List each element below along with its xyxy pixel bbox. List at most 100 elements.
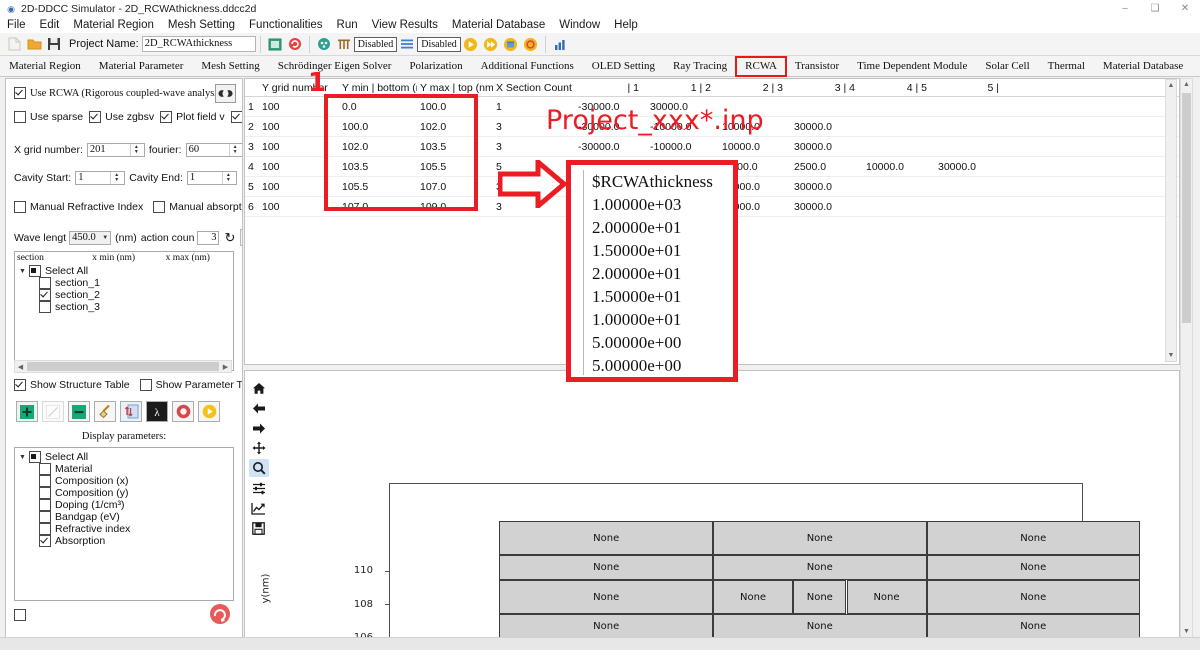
cell-x5[interactable]: [863, 136, 935, 157]
cell-x6[interactable]: [935, 176, 1007, 197]
display-select-all-checkbox[interactable]: [28, 451, 41, 463]
cell-x4[interactable]: 30000.0: [791, 136, 863, 157]
cell-x5[interactable]: [863, 176, 935, 197]
plot-field-v-checkbox[interactable]: [160, 111, 173, 123]
cell-ymin[interactable]: 102.0: [339, 136, 417, 157]
disabled-field-2[interactable]: Disabled: [417, 36, 461, 52]
composition-y-checkbox[interactable]: [39, 487, 51, 499]
cell-ymin[interactable]: 0.0: [339, 96, 417, 117]
edit-axis-curve-icon[interactable]: [249, 499, 269, 517]
use-zgbsv-option[interactable]: Use zgbsv: [89, 111, 154, 123]
cell-x3[interactable]: 10000.0: [719, 136, 791, 157]
cell-x5[interactable]: 10000.0: [863, 156, 935, 177]
menu-run[interactable]: Run: [330, 17, 365, 33]
section-2-checkbox[interactable]: [39, 289, 51, 301]
remove-icon[interactable]: [68, 401, 90, 422]
cell-x4[interactable]: [791, 96, 863, 117]
show-structure-table-option[interactable]: Show Structure Table: [14, 379, 130, 391]
chart-icon[interactable]: [551, 36, 568, 53]
manual-absorption-checkbox[interactable]: [153, 201, 166, 213]
cell-x6[interactable]: [935, 196, 1007, 217]
save-icon[interactable]: [46, 36, 63, 53]
chevron-down-icon[interactable]: ▼: [19, 268, 26, 275]
scroll-right-icon[interactable]: ▶: [220, 363, 231, 371]
cell-ymax[interactable]: 100.0: [417, 96, 493, 117]
layer-cell[interactable]: None: [499, 555, 713, 581]
col-y-min-bottom[interactable]: Y min | bottom (nm): [339, 79, 417, 97]
cell-x6[interactable]: [935, 96, 1007, 117]
manual-refractive-index-checkbox[interactable]: [14, 201, 26, 213]
section-select-all-checkbox[interactable]: [28, 265, 41, 277]
col-x1[interactable]: | 1: [575, 79, 647, 97]
cavity-end-input[interactable]: 1 ▲ ▼: [186, 171, 237, 185]
layer-cell[interactable]: None: [793, 580, 847, 615]
cell-x2[interactable]: -10000.0: [647, 136, 719, 157]
scroll-down-icon[interactable]: ▼: [1166, 352, 1176, 359]
scroll-left-icon[interactable]: ◀: [15, 363, 26, 371]
layer-cell[interactable]: None: [713, 614, 927, 640]
zoom-magnifier-icon[interactable]: [248, 459, 269, 477]
screen-capture-icon[interactable]: [266, 36, 283, 53]
tab-input-editor[interactable]: Input Editor: [1192, 57, 1200, 76]
show-parameter-table-option[interactable]: Show Parameter Table: [139, 379, 242, 391]
save-figure-icon[interactable]: [249, 519, 269, 537]
tab-schrodinger-eigen-solver[interactable]: Schrödinger Eigen Solver: [269, 57, 401, 76]
menu-mesh-setting[interactable]: Mesh Setting: [161, 17, 242, 33]
layer-cell[interactable]: None: [926, 580, 1140, 615]
cell-ymax[interactable]: 107.0: [417, 176, 493, 197]
use-rcwa-checkbox[interactable]: [14, 87, 26, 99]
table-row[interactable]: 3 100 102.0 103.5 3 -30000.0 -10000.0 10…: [245, 136, 1179, 157]
tab-material-database[interactable]: Material Database: [1094, 57, 1192, 76]
tab-solar-cell[interactable]: Solar Cell: [976, 57, 1038, 76]
tab-oled-setting[interactable]: OLED Setting: [583, 57, 664, 76]
toggle-switch-icon[interactable]: [215, 84, 236, 103]
bandgap-checkbox[interactable]: [39, 511, 51, 523]
composition-x-checkbox[interactable]: [39, 475, 51, 487]
use-sparse-checkbox[interactable]: [14, 111, 26, 123]
tab-transistor[interactable]: Transistor: [786, 57, 848, 76]
disabled-field-1[interactable]: Disabled: [353, 36, 398, 52]
cell-ymin[interactable]: 100.0: [339, 116, 417, 137]
fourier-input[interactable]: 60 ▲ ▼: [185, 143, 242, 157]
cell-x4[interactable]: 30000.0: [791, 196, 863, 217]
list-item[interactable]: Doping (1/cm³): [15, 499, 233, 511]
tab-mesh-setting[interactable]: Mesh Setting: [192, 57, 268, 76]
chevron-down-icon[interactable]: ▼: [19, 454, 26, 461]
cell-x1[interactable]: -30000.0: [575, 136, 647, 157]
refresh-circular-icon[interactable]: ↻: [224, 230, 235, 246]
layer-cell[interactable]: None: [499, 614, 713, 640]
tab-material-parameter[interactable]: Material Parameter: [90, 57, 193, 76]
refresh-icon[interactable]: [286, 36, 303, 53]
cell-xcount[interactable]: 3: [493, 136, 575, 157]
cell-x5[interactable]: [863, 96, 935, 117]
section-3-checkbox[interactable]: [39, 301, 51, 313]
plot-field-d-option[interactable]: Plot field d: [230, 111, 242, 123]
list-item[interactable]: Refractive index: [15, 523, 233, 535]
fourier-spinner[interactable]: ▲ ▼: [228, 144, 241, 156]
show-parameter-table-checkbox[interactable]: [139, 379, 152, 391]
cell-x5[interactable]: [863, 116, 935, 137]
open-folder-icon[interactable]: [26, 36, 43, 53]
layer-cell[interactable]: None: [499, 580, 713, 615]
cell-ymin[interactable]: 103.5: [339, 156, 417, 177]
scroll-up-icon[interactable]: ▲: [1181, 81, 1192, 88]
run-icon[interactable]: [462, 36, 479, 53]
sort-updown-icon[interactable]: [120, 401, 142, 422]
col-x2-3[interactable]: 2 | 3: [719, 79, 791, 97]
list-item[interactable]: section_2: [15, 289, 233, 301]
cell-ygrid[interactable]: 100: [259, 156, 339, 177]
tab-polarization[interactable]: Polarization: [400, 57, 471, 76]
tab-rcwa[interactable]: RCWA: [735, 56, 787, 77]
mesh-icon[interactable]: [315, 36, 332, 53]
material-checkbox[interactable]: [39, 463, 51, 475]
col-y-grid-number[interactable]: Y grid number: [259, 79, 339, 97]
cell-ymax[interactable]: 109.0: [417, 196, 493, 217]
list-item[interactable]: Composition (x): [15, 475, 233, 487]
configure-subplots-icon[interactable]: [249, 479, 269, 497]
cell-ygrid[interactable]: 100: [259, 136, 339, 157]
layer-cell[interactable]: None: [713, 521, 927, 555]
cell-ygrid[interactable]: 100: [259, 96, 339, 117]
display-parameters-listbox[interactable]: ▼ Select All Material Composition (x) Co…: [14, 447, 234, 601]
section-select-all-row[interactable]: ▼ Select All: [15, 265, 233, 277]
project-name-input[interactable]: 2D_RCWAthickness: [141, 36, 256, 52]
